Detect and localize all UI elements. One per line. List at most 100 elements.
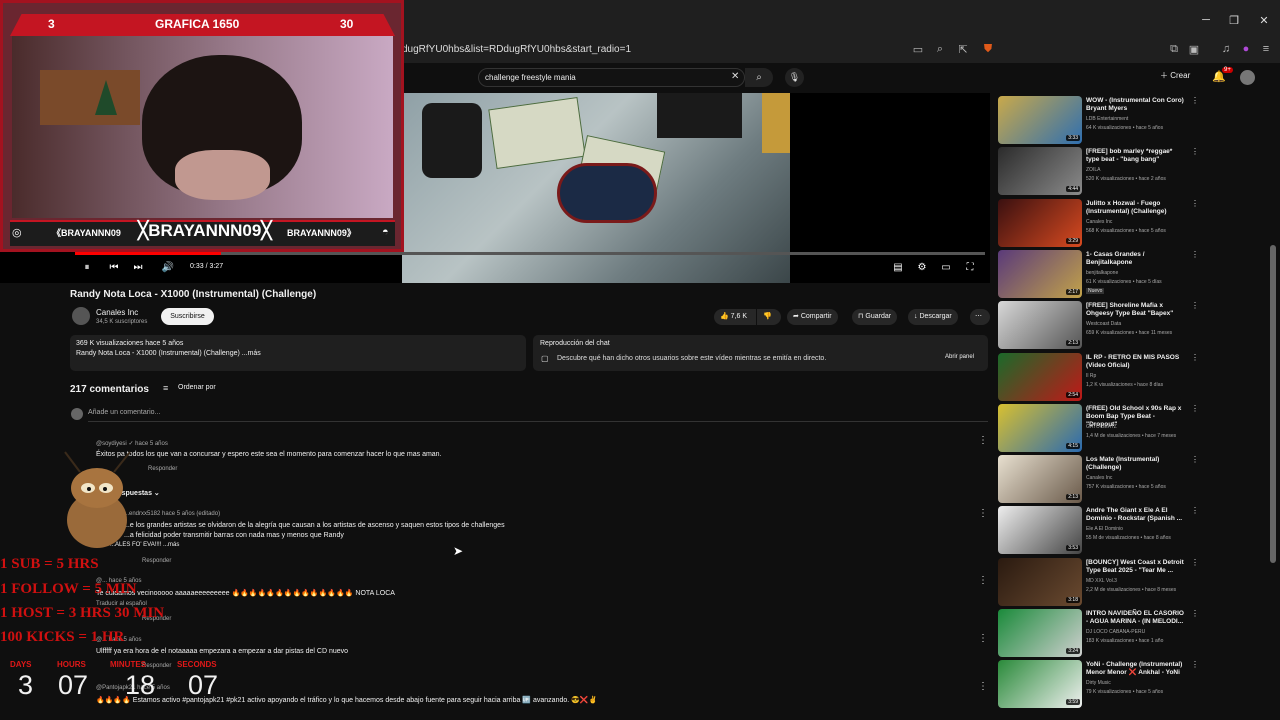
more-icon[interactable]: ⋮: [1191, 96, 1199, 105]
list-item[interactable]: 2:13 Los Mate (Instrumental) (Challenge) C…: [998, 455, 1199, 506]
video-title[interactable]: [FREE] Shoreline Mafia x Ohgeesy Type Be…: [1086, 302, 1186, 318]
video-thumbnail[interactable]: 3:53: [998, 506, 1082, 555]
channel-name[interactable]: Il Rp: [1086, 373, 1096, 379]
share-icon[interactable]: ⇱: [955, 43, 971, 56]
channel-name[interactable]: ZOILA: [1086, 167, 1100, 173]
sort-icon[interactable]: ≡: [163, 383, 168, 393]
sort-button[interactable]: Ordenar por: [178, 384, 216, 391]
comment-menu-icon[interactable]: ⋮: [978, 681, 988, 692]
video-thumbnail[interactable]: 3:33: [998, 96, 1082, 144]
comment-menu-icon[interactable]: ⋮: [978, 435, 988, 446]
dislike-button[interactable]: 👎: [757, 309, 781, 325]
avatar[interactable]: [1240, 70, 1255, 85]
extensions-icon[interactable]: ⧉: [1166, 43, 1182, 56]
list-item[interactable]: 4:15 (FREE) Old School x 90s Rap x Boom B…: [998, 403, 1199, 455]
list-item[interactable]: 2:17 1- Casas Grandes / Benjitalkapone ben…: [998, 249, 1199, 301]
video-title[interactable]: YoNi - Challenge (Instrumental) Menor Me…: [1086, 661, 1186, 677]
more-icon[interactable]: ⋮: [1191, 301, 1199, 310]
more-icon[interactable]: ⋮: [1191, 353, 1199, 362]
volume-icon[interactable]: 🔊: [161, 262, 175, 273]
more-icon[interactable]: ⋮: [1191, 404, 1199, 413]
list-item[interactable]: 3:18 [BOUNCY] West Coast x Detroit Type B…: [998, 557, 1199, 609]
video-title[interactable]: [BOUNCY] West Coast x Detroit Type Beat …: [1086, 559, 1186, 575]
video-title[interactable]: [FREE] bob marley *reggae* type beat - "…: [1086, 148, 1186, 164]
video-title[interactable]: Andre The Giant x Ele A El Dominio - Roc…: [1086, 507, 1186, 523]
video-thumbnail[interactable]: 3:18: [998, 557, 1082, 606]
more-icon[interactable]: ⋮: [1191, 147, 1199, 156]
channel-name[interactable]: Dirty Music: [1086, 680, 1111, 686]
pause-icon[interactable]: ⏸: [80, 262, 94, 273]
add-comment-input[interactable]: Añade un comentario...: [88, 409, 160, 416]
list-item[interactable]: 3:29 Julitto x Hozwal - Fuego (Instrument…: [998, 198, 1199, 250]
video-thumbnail[interactable]: 2:17: [998, 249, 1082, 298]
comment-author[interactable]: @soydiyesi: [96, 441, 127, 447]
fullscreen-icon[interactable]: ⛶: [963, 262, 977, 273]
profile-icon[interactable]: ●: [1238, 43, 1254, 55]
search-icon[interactable]: ⌕: [745, 68, 773, 87]
video-thumbnail[interactable]: 3:59: [998, 660, 1082, 709]
settings-icon[interactable]: ⚙: [915, 262, 929, 273]
zoom-icon[interactable]: ⌕: [932, 43, 948, 56]
video-title[interactable]: 1- Casas Grandes / Benjitalkapone: [1086, 251, 1186, 267]
channel-name[interactable]: benjitalkapone: [1086, 270, 1118, 276]
video-thumbnail[interactable]: 3:24: [998, 609, 1082, 657]
list-item[interactable]: 2:54 IL RP - RETRO EN MIS PASOS (Video Of…: [998, 352, 1199, 404]
scrollbar[interactable]: [1270, 245, 1276, 563]
more-actions-button[interactable]: ⋯: [970, 309, 990, 325]
open-panel-button[interactable]: Abrir panel: [945, 354, 974, 360]
channel-name[interactable]: MD XXL Vol.3: [1086, 578, 1117, 584]
video-title[interactable]: INTRO NAVIDEÑO EL CASORIO - AGUA MARINA …: [1086, 610, 1186, 626]
more-icon[interactable]: ⋮: [1191, 609, 1199, 618]
minimize-icon[interactable]: ─: [1198, 14, 1214, 26]
channel-name[interactable]: Westcoast Data: [1086, 321, 1121, 327]
mic-icon[interactable]: 🎙: [785, 68, 804, 87]
list-item[interactable]: 2:13 [FREE] Shoreline Mafia x Ohgeesy Typ…: [998, 301, 1199, 352]
more-icon[interactable]: ⋮: [1191, 558, 1199, 567]
save-button[interactable]: ⊓ Guardar: [852, 309, 898, 325]
search-input[interactable]: challenge freestyle mania: [478, 68, 745, 87]
more-icon[interactable]: ⋮: [1191, 455, 1199, 464]
video-thumbnail[interactable]: 2:54: [998, 352, 1082, 401]
reply-button[interactable]: Responder: [148, 466, 177, 472]
reply-button[interactable]: Responder: [142, 558, 171, 564]
video-thumbnail[interactable]: 2:13: [998, 301, 1082, 350]
more-icon[interactable]: ⋮: [1191, 660, 1199, 669]
list-item[interactable]: 3:33 WOW - (Instrumental Con Coro) Bryant…: [998, 96, 1199, 147]
video-thumbnail[interactable]: 2:13: [998, 455, 1082, 504]
next-icon[interactable]: ⏭: [131, 262, 145, 273]
more-icon[interactable]: ⋮: [1191, 250, 1199, 259]
share-button[interactable]: ➦ Compartir: [787, 309, 838, 325]
previous-icon[interactable]: ⏮: [107, 262, 121, 273]
list-item[interactable]: 3:24 INTRO NAVIDEÑO EL CASORIO - AGUA MAR…: [998, 609, 1199, 660]
video-title[interactable]: IL RP - RETRO EN MIS PASOS (Video Oficia…: [1086, 354, 1186, 370]
cast-icon[interactable]: ▭: [910, 43, 926, 56]
channel-name[interactable]: Canales Inc: [1086, 475, 1112, 481]
video-thumbnail[interactable]: 3:29: [998, 198, 1082, 247]
description-text[interactable]: Randy Nota Loca - X1000 (Instrumental) (…: [76, 350, 261, 357]
clear-search-icon[interactable]: ✕: [731, 71, 739, 82]
channel-name[interactable]: Canales Inc: [96, 308, 138, 317]
brave-shield-icon[interactable]: ⛊: [980, 43, 996, 56]
close-window-icon[interactable]: ✕: [1256, 14, 1272, 27]
more-icon[interactable]: ⋮: [1191, 199, 1199, 208]
channel-name[interactable]: LDB Entertainment: [1086, 116, 1128, 122]
music-icon[interactable]: ♫: [1218, 43, 1234, 55]
create-button[interactable]: ＋ Crear: [1160, 70, 1200, 86]
channel-name[interactable]: DJ LOCO CABANA-PERU: [1086, 629, 1145, 635]
menu-icon[interactable]: ≡: [1258, 43, 1274, 55]
video-title[interactable]: WOW - (Instrumental Con Coro) Bryant Mye…: [1086, 97, 1186, 113]
comment-menu-icon[interactable]: ⋮: [978, 575, 988, 586]
download-button[interactable]: ↓ Descargar: [908, 309, 958, 325]
video-title[interactable]: Julitto x Hozwal - Fuego (Instrumental) …: [1086, 200, 1186, 216]
list-item[interactable]: 3:53 Andre The Giant x Ele A El Dominio -…: [998, 506, 1199, 557]
list-item[interactable]: 3:59 YoNi - Challenge (Instrumental) Meno…: [998, 660, 1199, 711]
channel-name[interactable]: GATO BEATZ: [1086, 424, 1117, 430]
video-title[interactable]: Los Mate (Instrumental) (Challenge): [1086, 456, 1186, 472]
sidebar-icon[interactable]: ▣: [1186, 43, 1202, 56]
video-thumbnail[interactable]: 4:15: [998, 403, 1082, 452]
miniplayer-icon[interactable]: ▭: [939, 262, 953, 273]
more-icon[interactable]: ⋮: [1191, 506, 1199, 515]
comment-menu-icon[interactable]: ⋮: [978, 508, 988, 519]
channel-avatar[interactable]: [72, 307, 90, 325]
like-button[interactable]: 👍 7,6 K: [714, 309, 756, 325]
